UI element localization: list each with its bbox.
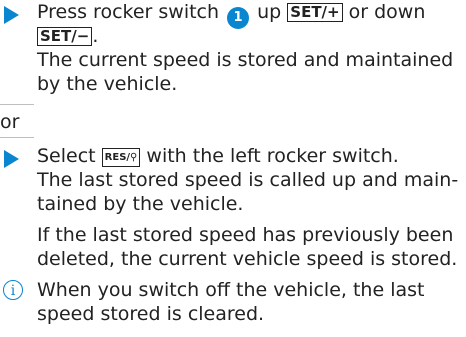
info-note-line-2: speed stored is cleared. [37,303,265,325]
callout-number-icon: 1 [227,7,250,29]
step-2-line-1: Select RES/⚲ with the left rocker switch… [37,145,399,167]
info-icon: i [3,280,23,300]
step-arrow-icon [4,6,19,24]
info-note-text: When you switch off the vehicle, the las… [37,278,462,326]
set-plus-key: SET/+ [287,3,343,22]
step-2-note-line-1: If the last stored speed has previously … [37,224,454,246]
step-1-result-line-1: The current speed is stored and maintain… [37,49,454,71]
step-1-text: Press rocker switch 1 up SET/+ or down S… [37,0,462,96]
res-key: RES/⚲ [101,148,141,167]
step-arrow-icon [4,150,19,168]
step-1-result-line-2: by the vehicle. [37,73,178,95]
step-2-note-line-2: deleted, the current vehicle speed is st… [37,248,458,270]
or-label: or [0,111,20,133]
step-2-text: Select RES/⚲ with the left rocker switch… [37,144,462,216]
divider [0,104,34,105]
divider [0,137,34,138]
set-minus-key: SET/− [37,27,93,46]
step-1-line-1: Press rocker switch 1 up SET/+ or down [37,0,462,29]
step-2-result-line-1: The last stored speed is called up and m… [37,169,459,191]
step-2-result-line-2: tained by the vehicle. [37,193,244,215]
info-note-line-1: When you switch off the vehicle, the las… [37,279,425,301]
step-2-note-text: If the last stored speed has previously … [37,223,462,271]
step-1-line-2: SET/−. [37,24,462,48]
